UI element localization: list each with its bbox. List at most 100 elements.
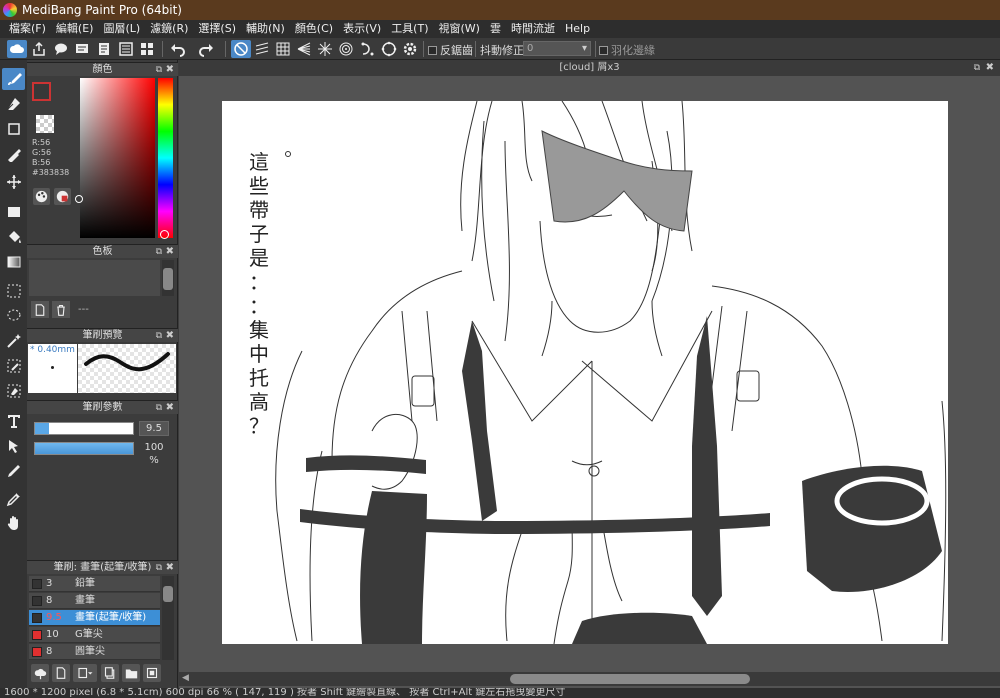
menu-assist[interactable]: 輔助(N) [241,20,290,38]
scroll-left-icon[interactable]: ◀ [182,673,189,683]
eyedropper-tool-icon[interactable] [2,488,25,510]
undock-icon[interactable]: ⧉ [156,63,162,77]
message-icon[interactable] [72,40,92,58]
new-palette-icon[interactable] [31,301,49,318]
no-snap-icon[interactable] [231,40,251,58]
brush-params-header: 筆刷參數 ⧉ ✖ [27,400,178,414]
close-icon[interactable]: ✖ [166,63,174,77]
menu-edit[interactable]: 編輯(E) [51,20,99,38]
undo-icon[interactable] [168,40,188,58]
radial-snap-icon[interactable] [315,40,335,58]
concentric-snap-icon[interactable] [336,40,356,58]
eraser-tool-icon[interactable] [2,93,25,115]
copy-brush-icon[interactable] [101,664,119,682]
feather-checkbox[interactable]: 羽化邊緣 [599,42,655,58]
curve-snap-icon[interactable] [358,40,378,58]
brush-list-item[interactable]: 8 圓筆尖 [29,644,160,660]
undock-icon[interactable]: ⧉ [156,561,162,575]
horizontal-scrollbar[interactable]: ◀ [179,672,1000,686]
menu-timelapse[interactable]: 時間流逝 [506,20,560,38]
menu-file[interactable]: 檔案(F) [4,20,51,38]
menu-select[interactable]: 選擇(S) [193,20,241,38]
transparent-swatch[interactable] [36,115,54,133]
close-icon[interactable]: ✖ [166,245,174,259]
comment-icon[interactable] [51,40,71,58]
perspective-snap-icon[interactable] [294,40,314,58]
select-eraser-tool-icon[interactable] [2,380,25,402]
brush-list-item[interactable]: 9.5 畫筆(起筆/收筆) [29,610,160,626]
foreground-color-swatch[interactable] [32,82,51,101]
menu-color[interactable]: 顏色(C) [290,20,338,38]
grid-snap-icon[interactable] [273,40,293,58]
color-values: R:56 G:56 B:56 #383838 [32,138,69,178]
move-tool-icon[interactable] [2,171,25,193]
add-brush-dropdown-icon[interactable] [73,664,97,682]
undock-icon[interactable]: ⧉ [156,245,162,259]
menu-help[interactable]: Help [560,20,595,38]
horizontal-scrollbar-thumb[interactable] [510,674,750,684]
color-r: R:56 [32,138,51,147]
brush-list-item[interactable]: 8 畫筆 [29,593,160,609]
hue-slider-handle[interactable] [160,230,169,239]
color-wheel-icon[interactable] [54,188,71,205]
hue-slider[interactable] [158,78,173,238]
bucket-tool-icon[interactable] [2,226,25,248]
page-list-icon[interactable] [116,40,136,58]
text-tool-icon[interactable] [2,410,25,432]
menu-view[interactable]: 表示(V) [338,20,386,38]
stabilizer-select[interactable]: 0 [523,41,591,56]
page-icon[interactable] [94,40,114,58]
menu-tools[interactable]: 工具(T) [386,20,433,38]
brush-list-scrollbar[interactable] [162,576,174,660]
panels-icon[interactable] [137,40,157,58]
parallel-snap-icon[interactable] [252,40,272,58]
redo-icon[interactable] [196,40,216,58]
select-tool-icon[interactable] [2,280,25,302]
brush-folder-icon[interactable] [122,664,140,682]
menu-filter[interactable]: 濾鏡(R) [145,20,193,38]
select-pen-tool-icon[interactable] [2,355,25,377]
brush-settings-icon[interactable] [143,664,161,682]
canvas-text-char: 托 [249,366,269,390]
brush-opacity-slider[interactable] [34,442,134,455]
close-icon[interactable]: ✖ [166,561,174,575]
menu-layer[interactable]: 圖層(L) [98,20,145,38]
undock-icon[interactable]: ⧉ [156,401,162,415]
menu-window[interactable]: 視窗(W) [434,20,485,38]
brush-tool-icon[interactable] [2,68,25,90]
document-tab[interactable]: [cloud] 屑x3 ⧉ ✖ [179,60,1000,76]
gradient-tool-icon[interactable] [2,251,25,273]
palette-scrollbar[interactable] [162,260,174,296]
share-icon[interactable] [29,40,49,58]
brush-size-value[interactable]: 9.5 [139,421,169,436]
blur-tool-icon[interactable] [2,143,25,165]
ellipse-snap-icon[interactable] [379,40,399,58]
antialias-checkbox[interactable]: 反鋸齒 [428,42,473,58]
lasso-tool-icon[interactable] [2,305,25,327]
close-icon[interactable]: ✖ [166,401,174,415]
color-picker-cursor[interactable] [75,195,83,203]
palette-area[interactable] [29,260,160,296]
operation-tool-icon[interactable] [2,435,25,457]
brush-size-slider[interactable] [34,422,134,435]
delete-palette-icon[interactable] [52,301,70,318]
snap-settings-icon[interactable] [400,40,420,58]
dot-tool-icon[interactable] [2,118,25,140]
canvas-paper[interactable] [222,101,948,644]
color-saturation-field[interactable] [80,78,155,238]
close-icon[interactable]: ✖ [166,329,174,343]
cloud-brush-icon[interactable] [31,664,49,682]
hand-tool-icon[interactable] [2,512,25,534]
fill-rect-tool-icon[interactable] [2,201,25,223]
brush-list-item[interactable]: 3 鉛筆 [29,576,160,592]
undock-icon[interactable]: ⧉ [974,60,980,76]
undock-icon[interactable]: ⧉ [156,329,162,343]
pen-tool-icon[interactable] [2,460,25,482]
close-icon[interactable]: ✖ [986,60,994,76]
cloud-icon[interactable] [7,40,27,58]
menu-cloud[interactable]: 雲 [485,20,506,38]
brush-list-item[interactable]: 10 G筆尖 [29,627,160,643]
new-brush-icon[interactable] [52,664,70,682]
magic-wand-tool-icon[interactable] [2,330,25,352]
palette-icon[interactable] [33,188,50,205]
